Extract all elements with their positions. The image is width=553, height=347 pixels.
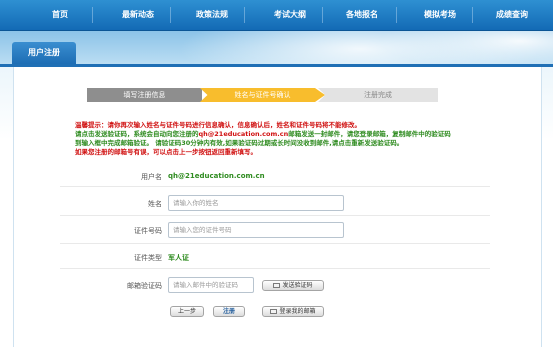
sky-banner <box>0 31 553 67</box>
tip-line-4: 如果您注册的邮箱号有误，可以点击上一步按钮返回重新填写。 <box>75 148 257 156</box>
username-value: qh@21education.com.cn <box>168 172 265 180</box>
nav-item-news[interactable]: 最新动态 <box>106 0 170 30</box>
row-divider <box>60 215 490 216</box>
top-nav: 首页 最新动态 政策法规 考试大纲 各地报名 模拟考场 成绩查询 <box>0 0 553 31</box>
id-type-label: 证件类型 <box>134 254 162 262</box>
nav-item-home[interactable]: 首页 <box>28 0 92 30</box>
tip-line-2-text: 请点击发送验证码，系统会自动向您注册的 <box>75 130 199 138</box>
nav-item-mock-exam[interactable]: 模拟考场 <box>408 0 472 30</box>
mail-icon <box>270 309 278 314</box>
login-mail-label: 登录我的邮箱 <box>279 308 316 315</box>
tip-line-3: 到输入框中完成邮箱验证。 请验证码30分钟内有效,如果验证码过期或长时间没收到邮… <box>75 139 404 147</box>
row-divider <box>60 186 490 187</box>
nav-item-registration[interactable]: 各地报名 <box>330 0 394 30</box>
nav-separator <box>92 7 93 23</box>
name-label: 姓名 <box>148 200 162 208</box>
tip-line-2: 请点击发送验证码，系统会自动向您注册的qh@21education.com.cn… <box>75 130 545 138</box>
step-complete: 注册完成 <box>318 88 438 102</box>
email-code-label: 邮箱验证码 <box>127 282 162 290</box>
prev-step-button[interactable]: 上一步 <box>170 306 204 317</box>
send-code-label: 发送验证码 <box>282 282 313 289</box>
register-button[interactable]: 注册 <box>213 306 245 317</box>
username-label: 用户名 <box>141 173 162 181</box>
nav-separator <box>244 7 245 23</box>
nav-separator <box>472 7 473 23</box>
nav-item-policy[interactable]: 政策法规 <box>180 0 244 30</box>
id-type-value: 军人证 <box>168 254 189 262</box>
send-code-button[interactable]: 发送验证码 <box>262 280 324 291</box>
tip-line-1: 温馨提示：请你再次输入姓名与证件号码进行信息确认，信息确认后，姓名和证件号码将不… <box>75 121 361 129</box>
nav-item-syllabus[interactable]: 考试大纲 <box>258 0 322 30</box>
nav-separator <box>170 7 171 23</box>
tip-line-2-text-b: 邮箱发送一封邮件，请您登录邮箱，复制邮件中的验证码 <box>288 130 451 138</box>
tip-email: qh@21education.com.cn <box>198 130 289 138</box>
row-divider <box>60 243 490 244</box>
page-title-tab: 用户注册 <box>12 42 76 64</box>
mail-icon <box>273 283 281 288</box>
login-mail-button[interactable]: 登录我的邮箱 <box>262 306 324 317</box>
step-confirm-identity: 姓名与证件号确认 <box>200 88 325 102</box>
id-number-label: 证件号码 <box>134 227 162 235</box>
id-number-input[interactable]: 请输入您的证件号码 <box>168 222 344 238</box>
nav-item-scores[interactable]: 成绩查询 <box>480 0 544 30</box>
nav-separator <box>322 7 323 23</box>
email-code-input[interactable]: 请输入邮件中的验证码 <box>168 277 254 293</box>
name-input[interactable]: 请输入你的姓名 <box>168 195 344 211</box>
step-fill-info: 填写注册信息 <box>87 88 202 102</box>
nav-separator <box>396 7 397 23</box>
row-divider <box>60 268 490 269</box>
